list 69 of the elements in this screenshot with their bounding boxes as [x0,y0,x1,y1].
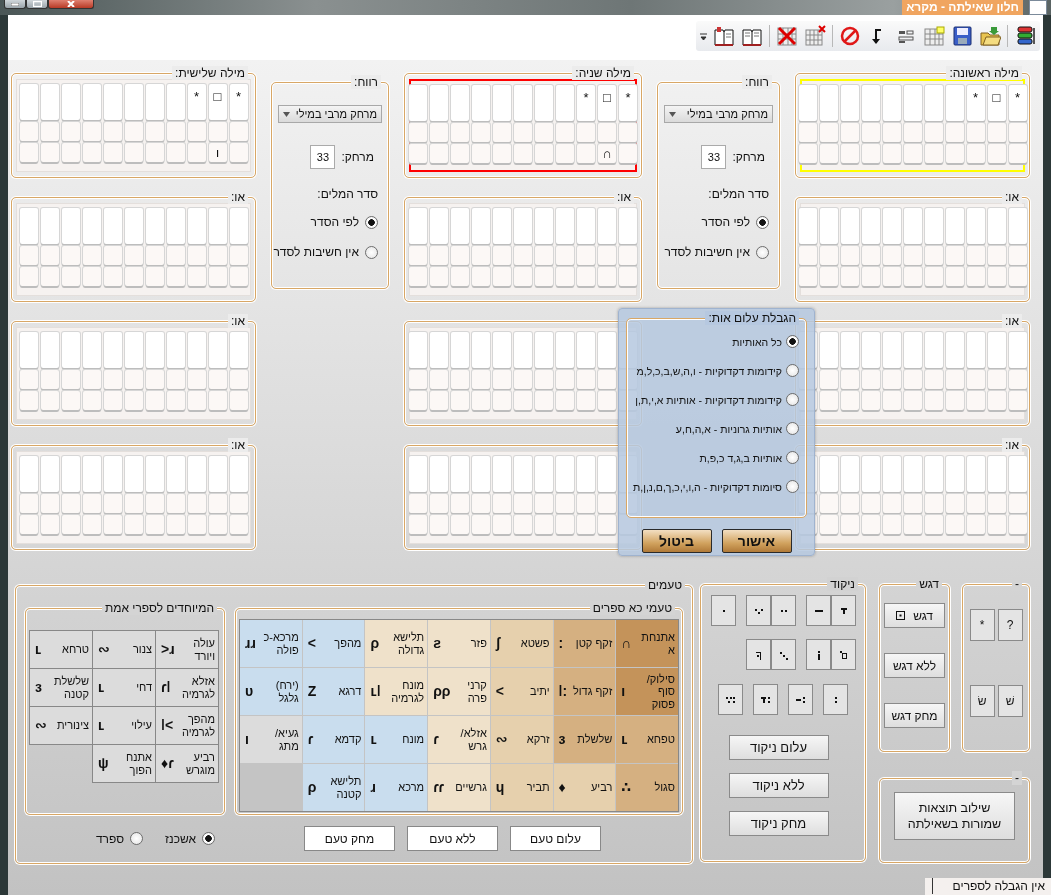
letter-slot[interactable]: □ [598,85,616,121]
accent-button[interactable]: סגול ∴ [616,764,678,811]
symbol-button[interactable]: שׂ [969,685,995,717]
panel-title: המיוחדים לספרי אמת [101,601,217,615]
panel-title: מילה שניה: [572,66,634,80]
merge-button[interactable]: שילוב תוצאות שמורות בשאילתה [894,792,1015,840]
letter-slot[interactable]: * [577,85,595,121]
symbol-button[interactable]: ? [997,609,1023,641]
field-label: סדר המלים: [316,187,379,201]
panel-title: או: [1002,438,1022,452]
dagesh-button[interactable]: ללא דגש [884,653,945,678]
letter-slot[interactable]: □ [208,84,227,120]
dialog-button[interactable]: אישור [721,529,792,553]
panel-title: או: [1002,314,1022,328]
radio-label: קידומות דקדוקיות - ו,ה,ש,ב,כ,ל,מ [636,364,782,377]
radio-label: אשכנז [165,831,196,846]
vowel-action-button[interactable]: מחק ניקוד [728,811,829,836]
radio-label: סיומות דקדוקיות - ה,ו,י,כ,ך,ם,נ,ן,ת [633,480,782,493]
dagesh-button[interactable]: דגש [884,603,945,628]
distance-field[interactable]: 33 [701,145,727,169]
field-label: מרחק: [732,150,765,164]
letter-slot[interactable]: ∩ [598,144,616,163]
accent-button[interactable]: זרקא ∾ [490,716,553,763]
symbol-button[interactable]: שׁ [997,685,1023,717]
panel-title: מילה שלישית: [172,66,248,80]
panel-title: רווח: [742,75,772,89]
field-label: מרחק: [341,150,374,164]
letter-slot[interactable]: * [966,85,985,121]
accent-button[interactable]: צינורית ∾ [29,706,93,745]
distance-field[interactable]: 33 [310,145,336,169]
vowel-action-button[interactable]: ללא ניקוד [728,773,829,798]
radio-label: לפי הסדר [310,215,359,229]
panel-title: - [1012,771,1022,785]
radio-label: ספרד [95,831,125,846]
letter-slot[interactable]: * [229,84,248,120]
vowel-action-button[interactable]: עלום ניקוד [728,735,829,760]
field-label: סדר המלים: [707,187,770,201]
letter-slot[interactable]: * [619,85,637,121]
accent-button[interactable]: יתיב < [490,668,553,715]
radio-label: כל האותיות [732,335,782,348]
accent-button[interactable]: צנור ∾ [92,630,156,669]
radio-label: אין חשיבות לסדר [664,245,750,259]
symbol-button[interactable]: * [969,609,995,641]
dagesh-button[interactable]: מחק דגש [884,703,945,728]
radio-label: אין חשיבות לסדר [273,245,359,259]
accent-action-button[interactable]: מחק טעם [304,826,395,851]
radio-label: אותיות גרוניות - א,ה,ח,ע [675,422,782,435]
panel-title: או: [228,314,248,328]
letter-slot[interactable]: □ [987,85,1006,121]
books-filter-status: אין הגבלה לספרים [932,878,1051,894]
accent-action-button[interactable]: ללא טעם [407,826,498,851]
letter-slot[interactable]: * [187,84,206,120]
radio-label: אותיות ב,ג,ד כ,פ,ת [699,451,782,464]
panel-title: הגבלת עלום אות: [705,311,799,325]
accent-action-button[interactable]: עלום טעם [510,826,601,851]
letter-slot[interactable]: ı [208,143,227,162]
panel-title: או: [228,438,248,452]
radio-label: קידומות דקדוקיות - אותיות א,י,ת,ן [635,393,782,406]
accent-button[interactable]: מהפך < [302,620,365,667]
distance-dropdown[interactable]: מרחק מרבי במילי [278,105,382,123]
panel-title: רווח: [351,75,381,89]
distance-dropdown[interactable]: מרחק מרבי במילי [664,105,773,123]
dialog-button[interactable]: ביטול [641,529,712,553]
radio-label: לפי הסדר [701,215,750,229]
accent-button[interactable]: זקף קטן : [553,620,616,667]
accent-button[interactable]: רביע ♦ [553,764,616,811]
window-title: חלון שאילתה - מקרא [902,0,1023,15]
panel-title: מילה ראשונה: [946,66,1022,80]
letter-slot[interactable]: * [1008,85,1027,121]
